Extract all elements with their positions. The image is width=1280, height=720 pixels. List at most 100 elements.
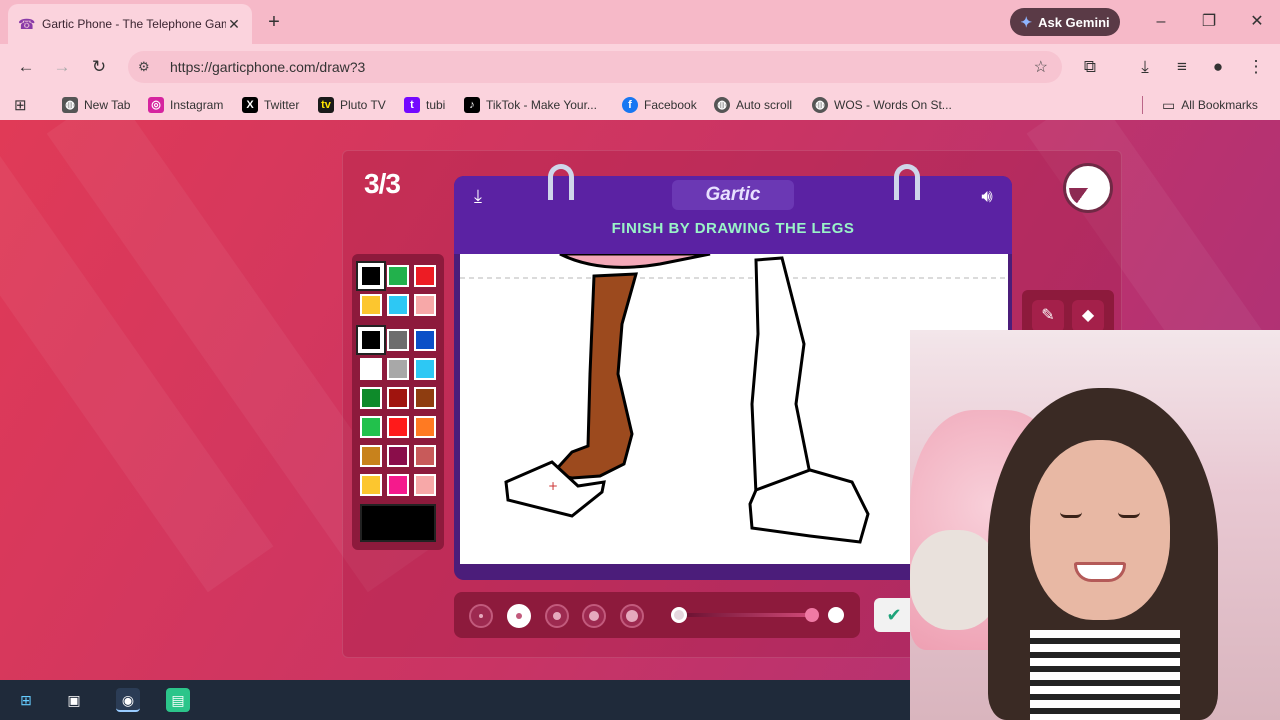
gemini-sparkle-icon: ✦ [1020,13,1033,30]
plush-toy [910,530,1000,630]
brush-size-button[interactable] [507,604,531,628]
color-swatch[interactable] [414,294,436,316]
bookmark-pluto-tv[interactable]: tv Pluto TV [318,96,386,114]
brush-size-button[interactable] [582,604,606,628]
color-swatch[interactable] [387,294,409,316]
binder-ring-icon [894,164,920,200]
url-text: https://garticphone.com/draw?3 [170,59,366,75]
eraser-icon[interactable]: ◆ [1072,300,1104,332]
bookmarks-bar: ⊞ ◍ New Tab ◎ Instagram X Twitter tv Plu… [0,90,1280,120]
restore-button[interactable]: ❐ [1194,10,1224,34]
bookmark-new-tab[interactable]: ◍ New Tab [62,96,130,114]
ask-gemini-label: Ask Gemini [1038,14,1110,30]
globe-icon: ◍ [812,97,828,113]
color-swatch[interactable] [414,329,436,351]
x-icon: X [242,97,258,113]
forward-arrow-icon[interactable]: → [48,54,76,80]
color-swatch[interactable] [387,358,409,380]
bookmark-tiktok[interactable]: ♪ TikTok - Make Your... [464,96,597,114]
os-taskbar: ⊞ ▣ ◉ ▤ [0,680,910,720]
bookmark-instagram[interactable]: ◎ Instagram [148,96,223,114]
color-swatch[interactable] [414,445,436,467]
color-swatch[interactable] [360,474,382,496]
reload-icon[interactable]: ↻ [85,54,113,80]
drawing-instruction: FINISH BY DRAWING THE LEGS [611,220,855,237]
all-bookmarks-folder[interactable]: ▭ All Bookmarks [1162,96,1258,114]
gartic-logo: Gartic [672,180,794,210]
color-swatch[interactable] [387,445,409,467]
color-swatch[interactable] [414,358,436,380]
color-swatch[interactable] [414,474,436,496]
color-swatch[interactable] [414,387,436,409]
color-swatch[interactable] [360,358,382,380]
color-swatch[interactable] [360,329,382,351]
bookmark-twitter[interactable]: X Twitter [242,96,299,114]
bookmark-star-icon[interactable]: ☆ [1034,57,1048,77]
color-swatch[interactable] [387,416,409,438]
color-swatch[interactable] [387,329,409,351]
color-swatch[interactable] [387,474,409,496]
close-window-button[interactable]: ✕ [1242,10,1272,34]
color-swatch[interactable] [360,387,382,409]
browser-tab[interactable]: ☎ Gartic Phone - The Telephone Game ✕ [8,4,252,44]
opacity-slider-track[interactable] [682,613,812,617]
windows-start-icon[interactable]: ⊞ [14,688,38,712]
bookmark-tubi[interactable]: t tubi [404,96,445,114]
media-control-icon[interactable]: ≡ [1168,54,1196,80]
color-swatch[interactable] [360,416,382,438]
profile-avatar-icon[interactable]: ● [1204,54,1232,80]
downloads-icon[interactable]: ⤓ [1131,54,1159,80]
color-swatch[interactable] [387,387,409,409]
brush-size-button[interactable] [469,604,493,628]
menu-kebab-icon[interactable]: ⋮ [1242,54,1270,80]
color-swatch[interactable] [414,265,436,287]
cursor-crosshair-icon: + [548,479,558,493]
color-swatch[interactable] [387,265,409,287]
bookmark-wos[interactable]: ◍ WOS - Words On St... [812,96,952,114]
tiktok-icon: ♪ [464,97,480,113]
left-leg [549,272,639,480]
globe-icon: ◍ [714,97,730,113]
color-swatch[interactable] [360,445,382,467]
ask-gemini-button[interactable]: ✦ Ask Gemini [1010,8,1120,36]
bookmark-facebook[interactable]: f Facebook [622,96,697,114]
task-view-icon[interactable]: ▣ [62,688,86,712]
close-tab-icon[interactable]: ✕ [226,16,242,33]
back-arrow-icon[interactable]: ← [12,54,40,80]
opacity-slider-min[interactable] [671,607,687,623]
download-icon[interactable]: ⤓ [466,184,490,208]
body-bottom [559,254,711,269]
round-counter: 3/3 [364,168,401,199]
facebook-icon: f [622,97,638,113]
brush-size-button[interactable] [545,604,569,628]
address-bar[interactable]: ⚙ https://garticphone.com/draw?3 ☆ [128,51,1062,83]
brush-size-button[interactable] [620,604,644,628]
speaker-icon[interactable]: 🔊︎ [974,184,1000,208]
timer-icon [1066,166,1110,210]
brush-size-dot [589,611,599,621]
smile [1074,562,1126,582]
brush-size-dot [553,612,561,620]
extensions-icon[interactable]: ⧉ [1076,54,1104,80]
chrome-icon[interactable]: ◉ [116,688,140,712]
color-swatch[interactable] [414,416,436,438]
brush-size-dot [516,613,522,619]
webcam-overlay [910,330,1280,720]
new-tab-button[interactable]: + [262,10,286,34]
apps-grid-icon[interactable]: ⊞ [14,96,27,114]
app-icon[interactable]: ▤ [166,688,190,712]
brush-size-dot [479,614,483,618]
opacity-slider-knob[interactable] [805,608,819,622]
done-check-icon[interactable]: ✔ [874,598,914,632]
color-swatch[interactable] [360,294,382,316]
site-info-icon[interactable]: ⚙ [138,59,158,75]
minimize-button[interactable]: – [1146,10,1176,34]
streamer-face [1030,440,1170,620]
bookmark-auto-scroll[interactable]: ◍ Auto scroll [714,96,792,114]
binder-ring-icon [548,164,574,200]
pencil-icon[interactable]: ✎ [1032,300,1064,332]
color-swatch[interactable] [360,265,382,287]
striped-shirt [1030,630,1180,720]
instagram-icon: ◎ [148,97,164,113]
eye-right [1118,512,1140,518]
